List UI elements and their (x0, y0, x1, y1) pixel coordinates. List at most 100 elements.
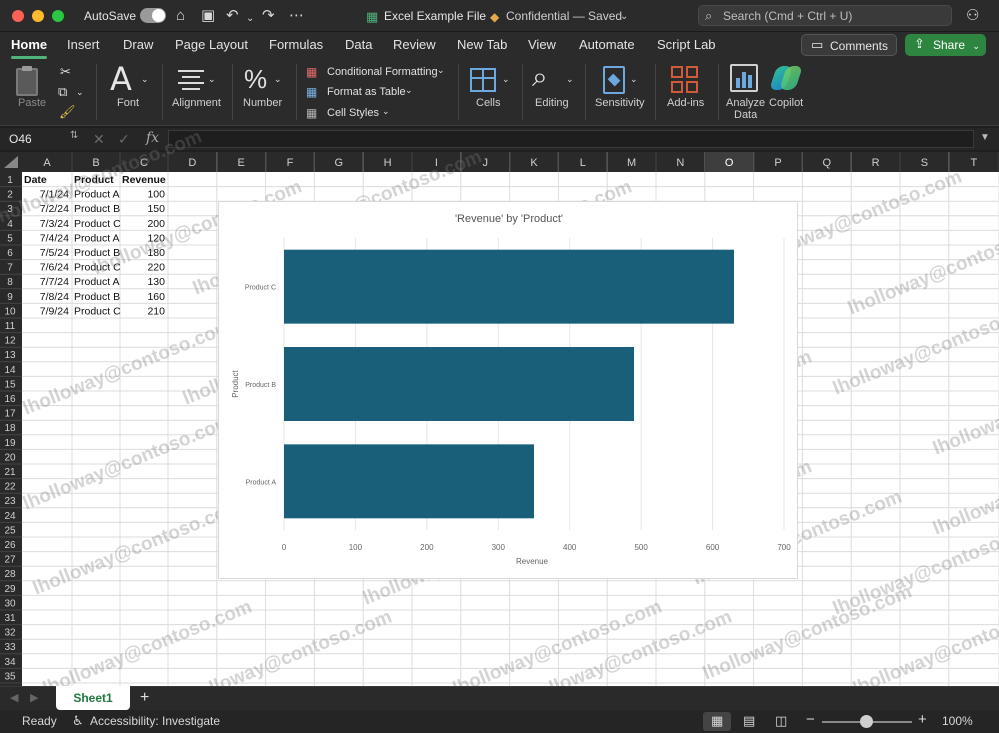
number-label[interactable]: Number (243, 97, 282, 109)
column-header-G[interactable]: G (335, 157, 344, 169)
normal-view-button[interactable]: ▦ (703, 712, 731, 731)
revenue-cell[interactable]: 210 (147, 305, 165, 317)
column-header-D[interactable]: D (188, 157, 196, 169)
row-header-25[interactable]: 25 (4, 525, 16, 536)
row-header-20[interactable]: 20 (4, 452, 16, 463)
tab-view[interactable]: View (528, 37, 556, 52)
row-header-33[interactable]: 33 (4, 642, 16, 653)
column-header-P[interactable]: P (774, 157, 781, 169)
confirm-formula-icon[interactable]: ✓ (118, 131, 130, 148)
row-header-35[interactable]: 35 (4, 671, 16, 682)
table-header-cell[interactable]: Product (74, 174, 114, 186)
name-box[interactable]: O46 (5, 130, 65, 148)
row-header-32[interactable]: 32 (4, 628, 16, 639)
row-header-8[interactable]: 8 (7, 277, 13, 288)
row-header-29[interactable]: 29 (4, 584, 16, 595)
copy-dropdown-icon[interactable]: ⌄ (76, 87, 84, 98)
row-header-22[interactable]: 22 (4, 482, 16, 493)
revenue-cell[interactable]: 160 (147, 291, 165, 303)
sensitivity-chevron-icon-ribbon[interactable]: ⌄ (630, 74, 638, 85)
tab-script-lab[interactable]: Script Lab (657, 37, 716, 52)
row-header-17[interactable]: 17 (4, 409, 16, 420)
addins-icon[interactable] (671, 66, 699, 94)
minimize-window-button[interactable] (32, 10, 44, 22)
column-header-K[interactable]: K (530, 157, 538, 169)
font-chevron-icon[interactable]: ⌄ (141, 74, 149, 85)
column-header-J[interactable]: J (482, 157, 488, 169)
column-header-H[interactable]: H (384, 157, 392, 169)
conditional-formatting-chevron-icon[interactable]: ⌄ (437, 65, 445, 76)
next-sheet-icon[interactable]: ▶ (30, 691, 38, 704)
row-header-5[interactable]: 5 (7, 233, 13, 244)
analyze-data-label-1[interactable]: Analyze (726, 97, 765, 109)
row-header-1[interactable]: 1 (7, 175, 13, 186)
zoom-in-button[interactable]: + (918, 711, 927, 728)
tab-review[interactable]: Review (393, 37, 436, 52)
row-header-23[interactable]: 23 (4, 496, 16, 507)
accessibility-status[interactable]: Accessibility: Investigate (90, 714, 220, 728)
column-header-E[interactable]: E (238, 157, 245, 169)
revenue-cell[interactable]: 130 (147, 276, 165, 288)
column-header-B[interactable]: B (92, 157, 99, 169)
formula-input[interactable] (168, 130, 974, 148)
sensitivity-chevron-icon[interactable]: ⌄ (620, 11, 628, 22)
tab-insert[interactable]: Insert (67, 37, 100, 52)
name-box-stepper-icon[interactable]: ⇅ (70, 130, 78, 141)
tab-automate[interactable]: Automate (579, 37, 635, 52)
undo-dropdown-icon[interactable]: ⌄ (246, 10, 254, 28)
tab-new-tab[interactable]: New Tab (457, 37, 507, 52)
copilot-icon[interactable] (769, 64, 803, 92)
product-cell[interactable]: Product B (74, 291, 120, 303)
product-cell[interactable]: Product B (74, 203, 120, 215)
copy-icon[interactable]: ⧉ (58, 84, 67, 100)
date-cell[interactable]: 7/2/24 (40, 203, 69, 215)
search-input[interactable]: ⌕ Search (Cmd + Ctrl + U) (698, 5, 952, 26)
format-as-table-button[interactable]: Format as Table (327, 86, 406, 98)
page-layout-view-icon[interactable]: ▤ (743, 713, 755, 729)
page-break-view-icon[interactable]: ◫ (775, 713, 787, 729)
row-header-3[interactable]: 3 (7, 204, 13, 215)
product-cell[interactable]: Product A (74, 232, 120, 244)
date-cell[interactable]: 7/7/24 (40, 276, 69, 288)
formula-expand-icon[interactable]: ▼ (980, 132, 990, 143)
product-cell[interactable]: Product A (74, 189, 120, 201)
column-header-R[interactable]: R (872, 157, 880, 169)
row-header-7[interactable]: 7 (7, 263, 13, 274)
table-header-cell[interactable]: Date (24, 174, 47, 186)
more-icon[interactable]: ⋯ (289, 7, 304, 25)
cut-icon[interactable]: ✂ (60, 64, 71, 80)
revenue-cell[interactable]: 120 (147, 232, 165, 244)
conditional-formatting-button[interactable]: Conditional Formatting (327, 66, 438, 78)
addins-label[interactable]: Add-ins (667, 97, 704, 109)
alignment-icon[interactable] (178, 70, 204, 92)
row-header-2[interactable]: 2 (7, 190, 13, 201)
row-header-19[interactable]: 19 (4, 438, 16, 449)
product-cell[interactable]: Product C (74, 218, 121, 230)
accessibility-icon[interactable]: ♿ (72, 713, 84, 729)
date-cell[interactable]: 7/1/24 (40, 189, 69, 201)
prev-sheet-icon[interactable]: ◀ (10, 691, 18, 704)
autosave-toggle[interactable] (140, 8, 166, 23)
column-header-F[interactable]: F (287, 157, 294, 169)
tab-page-layout[interactable]: Page Layout (175, 37, 248, 52)
row-header-12[interactable]: 12 (4, 336, 16, 347)
bar-product-c[interactable] (284, 249, 734, 324)
zoom-out-button[interactable]: − (806, 711, 815, 728)
row-header-15[interactable]: 15 (4, 379, 16, 390)
undo-icon[interactable]: ↶ (226, 7, 239, 25)
row-header-11[interactable]: 11 (5, 321, 16, 332)
row-header-14[interactable]: 14 (4, 365, 16, 376)
percent-icon[interactable]: % (244, 64, 267, 95)
date-cell[interactable]: 7/5/24 (40, 247, 69, 259)
share-button[interactable]: ⇪ Share ⌄ (905, 34, 986, 56)
tab-data[interactable]: Data (345, 37, 372, 52)
account-icon[interactable]: ⚇ (966, 7, 979, 25)
number-chevron-icon[interactable]: ⌄ (274, 74, 282, 85)
format-as-table-chevron-icon[interactable]: ⌄ (405, 85, 413, 96)
row-header-24[interactable]: 24 (4, 511, 16, 522)
analyze-data-icon[interactable] (730, 64, 758, 92)
row-header-27[interactable]: 27 (4, 555, 16, 566)
cells-label[interactable]: Cells (476, 97, 500, 109)
row-header-4[interactable]: 4 (7, 219, 13, 230)
insert-function-icon[interactable]: fx (146, 130, 159, 146)
